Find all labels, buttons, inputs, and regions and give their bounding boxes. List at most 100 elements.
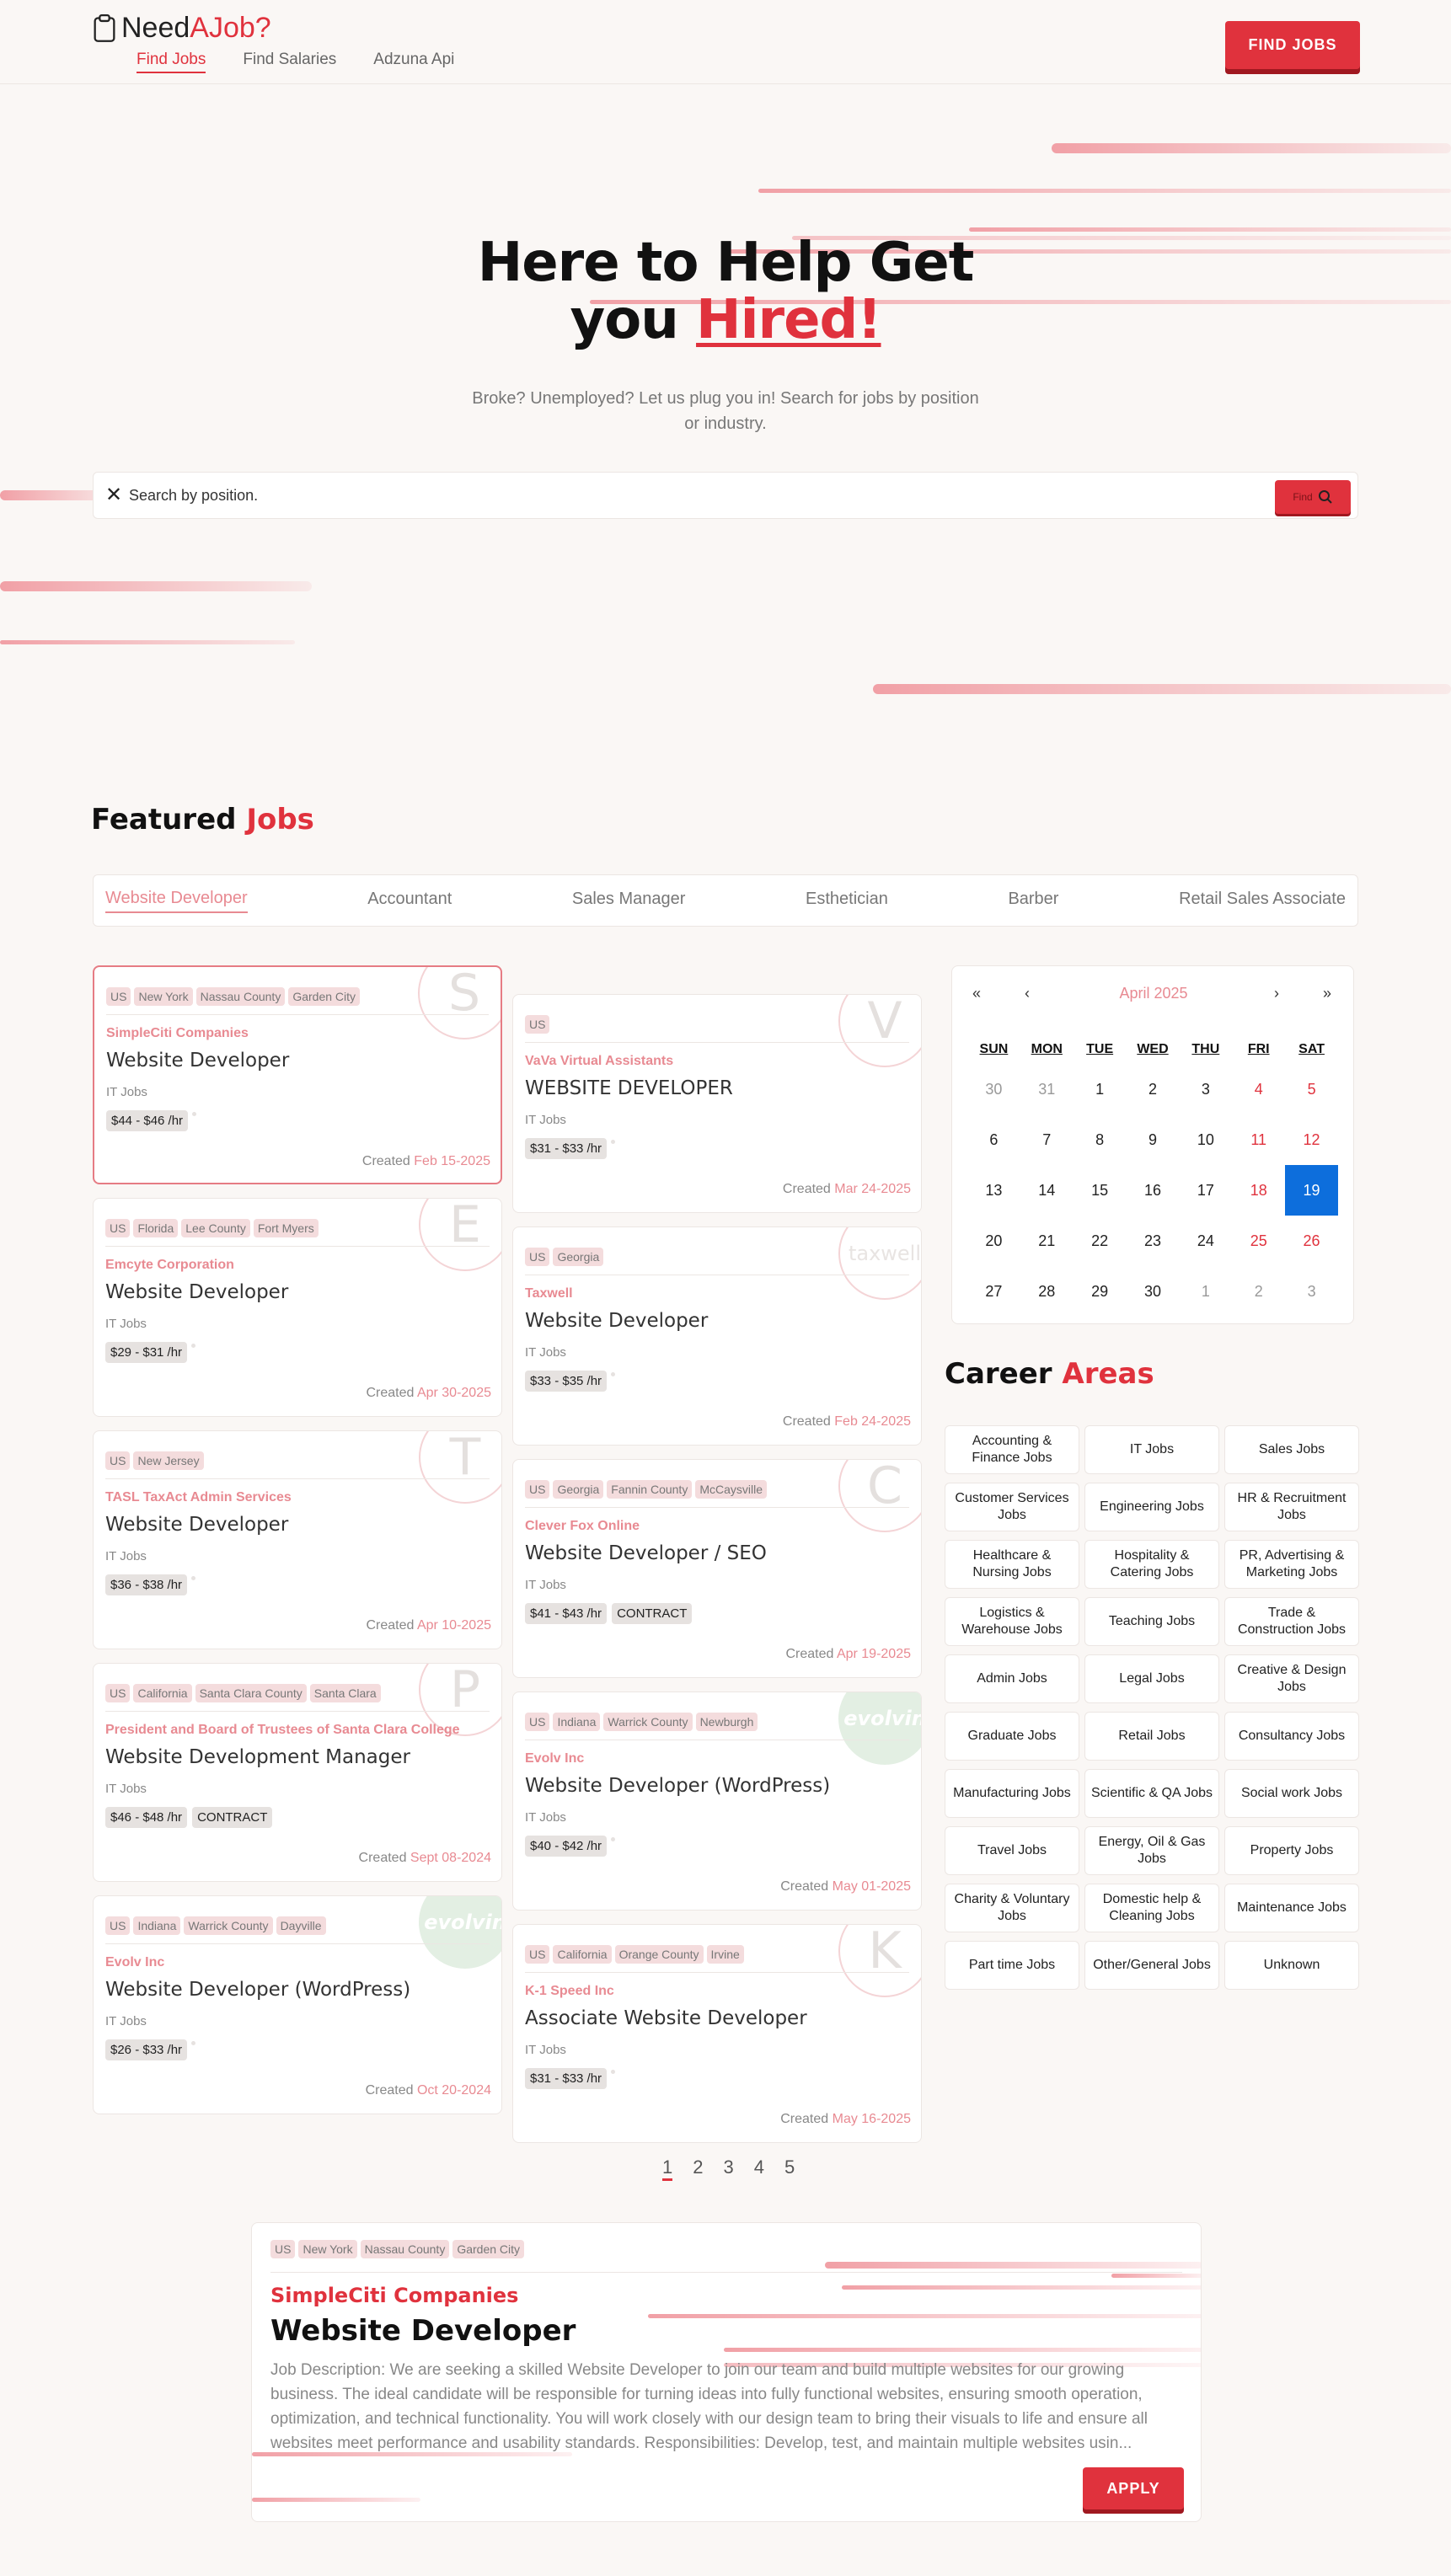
calendar-day[interactable]: 2 xyxy=(1127,1064,1180,1114)
apply-button[interactable]: APPLY xyxy=(1083,2467,1184,2509)
calendar-day[interactable]: 8 xyxy=(1074,1114,1127,1165)
career-area-item[interactable]: Unknown xyxy=(1224,1941,1359,1990)
career-area-item[interactable]: Part time Jobs xyxy=(945,1941,1079,1990)
calendar-day[interactable]: 24 xyxy=(1179,1216,1232,1266)
calendar-day[interactable]: 7 xyxy=(1020,1114,1074,1165)
calendar-day[interactable]: 27 xyxy=(967,1266,1020,1317)
calendar-day[interactable]: 14 xyxy=(1020,1165,1074,1216)
calendar-day[interactable]: 31 xyxy=(1020,1064,1074,1114)
career-area-item[interactable]: Charity & Voluntary Jobs xyxy=(945,1884,1079,1932)
page-5[interactable]: 5 xyxy=(784,2156,795,2181)
tab-sales-manager[interactable]: Sales Manager xyxy=(572,890,686,912)
company-name: SimpleCiti Companies xyxy=(106,1026,249,1040)
calendar-day[interactable]: 3 xyxy=(1285,1266,1338,1317)
calendar-day[interactable]: 16 xyxy=(1127,1165,1180,1216)
career-area-item[interactable]: Accounting & Finance Jobs xyxy=(945,1425,1079,1474)
calendar-day[interactable]: 20 xyxy=(967,1216,1020,1266)
career-area-item[interactable]: IT Jobs xyxy=(1084,1425,1219,1474)
career-area-item[interactable]: PR, Advertising & Marketing Jobs xyxy=(1224,1540,1359,1589)
calendar-day[interactable]: 9 xyxy=(1127,1114,1180,1165)
calendar-day[interactable]: 25 xyxy=(1232,1216,1285,1266)
calendar-day[interactable]: 18 xyxy=(1232,1165,1285,1216)
calendar-day[interactable]: 10 xyxy=(1179,1114,1232,1165)
career-area-item[interactable]: Domestic help & Cleaning Jobs xyxy=(1084,1884,1219,1932)
calendar-day-selected[interactable]: 19 xyxy=(1285,1165,1338,1216)
calendar-day[interactable]: 17 xyxy=(1179,1165,1232,1216)
calendar-day[interactable]: 15 xyxy=(1074,1165,1127,1216)
logo[interactable]: Need AJob? xyxy=(93,12,271,45)
job-card[interactable]: E US Florida Lee County Fort Myers Emcyte Cor… xyxy=(93,1198,502,1417)
page-3[interactable]: 3 xyxy=(724,2156,734,2181)
clear-icon[interactable]: ✕ xyxy=(105,483,122,507)
job-card[interactable]: P US California Santa Clara County Santa Cla… xyxy=(93,1663,502,1882)
career-area-item[interactable]: Property Jobs xyxy=(1224,1826,1359,1875)
career-area-item[interactable]: Travel Jobs xyxy=(945,1826,1079,1875)
calendar-day[interactable]: 11 xyxy=(1232,1114,1285,1165)
nav-find-jobs[interactable]: Find Jobs xyxy=(137,51,206,73)
next-year-button[interactable]: » xyxy=(1323,985,1331,1002)
calendar-day[interactable]: 5 xyxy=(1285,1064,1338,1114)
tab-esthetician[interactable]: Esthetician xyxy=(806,890,888,912)
career-area-item[interactable]: Maintenance Jobs xyxy=(1224,1884,1359,1932)
tab-website-developer[interactable]: Website Developer xyxy=(105,889,248,913)
created-date: Created Feb 24-2025 xyxy=(783,1414,911,1430)
career-area-item[interactable]: Engineering Jobs xyxy=(1084,1483,1219,1531)
career-area-item[interactable]: Healthcare & Nursing Jobs xyxy=(945,1540,1079,1589)
career-area-item[interactable]: Manufacturing Jobs xyxy=(945,1769,1079,1818)
calendar-day[interactable]: 3 xyxy=(1179,1064,1232,1114)
career-area-item[interactable]: Logistics & Warehouse Jobs xyxy=(945,1597,1079,1646)
job-card[interactable]: K US California Orange County Irvine K-1 Spee… xyxy=(512,1924,922,2143)
tab-accountant[interactable]: Accountant xyxy=(367,890,452,912)
find-jobs-button[interactable]: FIND JOBS xyxy=(1225,21,1360,69)
calendar-day[interactable]: 12 xyxy=(1285,1114,1338,1165)
calendar-day[interactable]: 4 xyxy=(1232,1064,1285,1114)
find-button-label: Find xyxy=(1293,491,1313,503)
career-area-item[interactable]: Customer Services Jobs xyxy=(945,1483,1079,1531)
career-area-item[interactable]: Graduate Jobs xyxy=(945,1712,1079,1761)
career-area-item[interactable]: Retail Jobs xyxy=(1084,1712,1219,1761)
page-2[interactable]: 2 xyxy=(693,2156,703,2181)
tab-barber[interactable]: Barber xyxy=(1008,890,1058,912)
search-input[interactable] xyxy=(129,483,1140,508)
job-card[interactable]: taxwell US Georgia Taxwell Website Developer… xyxy=(512,1227,922,1446)
calendar-day[interactable]: 28 xyxy=(1020,1266,1074,1317)
calendar-day[interactable]: 2 xyxy=(1232,1266,1285,1317)
calendar-day[interactable]: 21 xyxy=(1020,1216,1074,1266)
career-area-item[interactable]: HR & Recruitment Jobs xyxy=(1224,1483,1359,1531)
career-area-item[interactable]: Teaching Jobs xyxy=(1084,1597,1219,1646)
career-area-item[interactable]: Energy, Oil & Gas Jobs xyxy=(1084,1826,1219,1875)
career-area-item[interactable]: Admin Jobs xyxy=(945,1654,1079,1703)
career-area-item[interactable]: Trade & Construction Jobs xyxy=(1224,1597,1359,1646)
tab-retail-sales-associate[interactable]: Retail Sales Associate xyxy=(1179,890,1346,912)
calendar-day[interactable]: 13 xyxy=(967,1165,1020,1216)
career-area-item[interactable]: Creative & Design Jobs xyxy=(1224,1654,1359,1703)
job-card[interactable]: C US Georgia Fannin County McCaysville Clever… xyxy=(512,1459,922,1678)
career-area-item[interactable]: Hospitality & Catering Jobs xyxy=(1084,1540,1219,1589)
calendar-day[interactable]: 1 xyxy=(1179,1266,1232,1317)
job-card[interactable]: S US New York Nassau County Garden City Simpl… xyxy=(93,965,502,1184)
career-area-item[interactable]: Consultancy Jobs xyxy=(1224,1712,1359,1761)
job-card[interactable]: evolvin US Indiana Warrick County Dayville Ev… xyxy=(93,1895,502,2114)
calendar-day[interactable]: 22 xyxy=(1074,1216,1127,1266)
job-card[interactable]: V US VaVa Virtual Assistants WEBSITE DEVELO… xyxy=(512,994,922,1213)
calendar-day[interactable]: 30 xyxy=(1127,1266,1180,1317)
page-1[interactable]: 1 xyxy=(662,2156,673,2181)
calendar-day[interactable]: 30 xyxy=(967,1064,1020,1114)
page-4[interactable]: 4 xyxy=(754,2156,764,2181)
calendar-day[interactable]: 29 xyxy=(1074,1266,1127,1317)
career-area-item[interactable]: Sales Jobs xyxy=(1224,1425,1359,1474)
nav-find-salaries[interactable]: Find Salaries xyxy=(243,51,336,73)
job-card[interactable]: T US New Jersey TASL TaxAct Admin Services W… xyxy=(93,1430,502,1649)
find-button[interactable]: Find xyxy=(1275,480,1351,514)
next-month-button[interactable]: › xyxy=(1274,985,1279,1002)
calendar-day[interactable]: 26 xyxy=(1285,1216,1338,1266)
calendar-day[interactable]: 6 xyxy=(967,1114,1020,1165)
career-area-item[interactable]: Legal Jobs xyxy=(1084,1654,1219,1703)
career-area-item[interactable]: Other/General Jobs xyxy=(1084,1941,1219,1990)
calendar-day[interactable]: 23 xyxy=(1127,1216,1180,1266)
calendar-day[interactable]: 1 xyxy=(1074,1064,1127,1114)
job-card[interactable]: evolvin US Indiana Warrick County Newburgh Ev… xyxy=(512,1692,922,1911)
career-area-item[interactable]: Social work Jobs xyxy=(1224,1769,1359,1818)
nav-adzuna-api[interactable]: Adzuna Api xyxy=(373,51,454,73)
career-area-item[interactable]: Scientific & QA Jobs xyxy=(1084,1769,1219,1818)
